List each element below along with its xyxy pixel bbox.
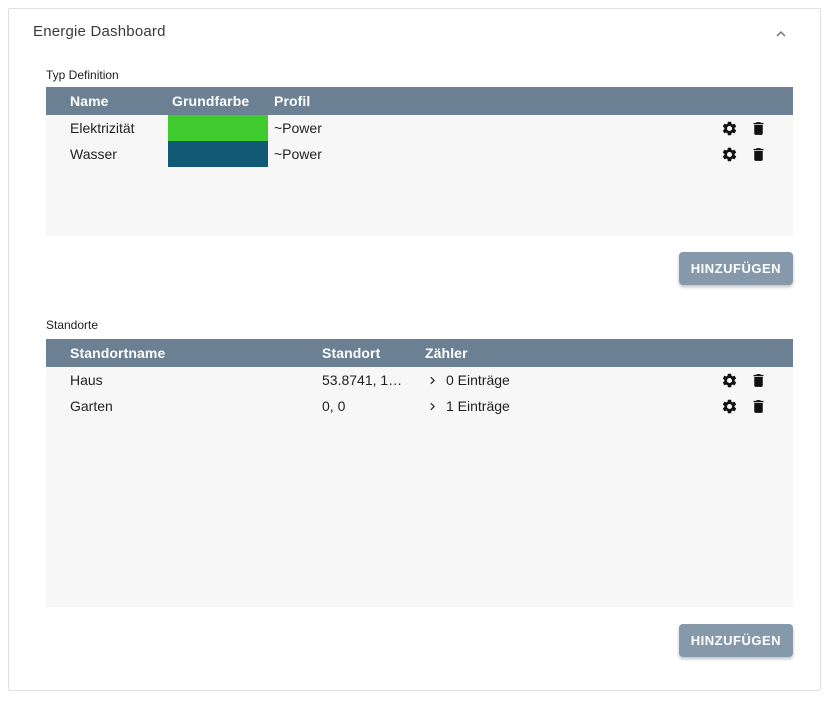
typ-definition-label: Typ Definition <box>46 68 793 82</box>
column-header-standortname: Standortname <box>70 345 322 361</box>
row-actions <box>721 120 767 137</box>
column-header-zaehler: Zähler <box>425 345 713 361</box>
add-standort-button[interactable]: HINZUFÜGEN <box>679 624 793 657</box>
settings-icon[interactable] <box>721 120 738 137</box>
row-actions <box>721 146 767 163</box>
chevron-right-icon[interactable] <box>425 373 440 388</box>
panel-content: Typ Definition Name Grundfarbe Profil El… <box>9 68 820 657</box>
zaehler-count: 0 Einträge <box>446 372 510 388</box>
standorte-table: Standortname Standort Zähler Haus 53.874… <box>46 339 793 607</box>
standorte-label: Standorte <box>46 318 793 332</box>
zaehler-cell: 1 Einträge <box>425 398 713 414</box>
zaehler-cell: 0 Einträge <box>425 372 713 388</box>
page-title: Energie Dashboard <box>33 23 166 40</box>
column-header-profil: Profil <box>268 93 713 109</box>
settings-icon[interactable] <box>721 146 738 163</box>
typ-definition-section: Typ Definition Name Grundfarbe Profil El… <box>46 68 793 285</box>
column-header-grundfarbe: Grundfarbe <box>168 93 268 109</box>
chevron-right-icon[interactable] <box>425 399 440 414</box>
typ-definition-actions: HINZUFÜGEN <box>46 252 793 285</box>
table-row-haus: Haus 53.8741, 1… 0 Einträge <box>46 367 793 393</box>
typ-definition-table: Name Grundfarbe Profil Elektrizität ~Pow… <box>46 87 793 236</box>
settings-icon[interactable] <box>721 372 738 389</box>
delete-icon[interactable] <box>750 146 767 163</box>
add-typ-button[interactable]: HINZUFÜGEN <box>679 252 793 285</box>
standort-coords: 0, 0 <box>322 398 425 414</box>
delete-icon[interactable] <box>750 372 767 389</box>
typ-color-cell <box>168 115 268 141</box>
typ-color-cell <box>168 141 268 167</box>
typ-profil: ~Power <box>268 120 713 136</box>
standort-name: Garten <box>70 398 322 414</box>
table-row-elektrizitaet: Elektrizität ~Power <box>46 115 793 141</box>
delete-icon[interactable] <box>750 120 767 137</box>
row-actions <box>721 372 767 389</box>
column-header-standort: Standort <box>322 345 425 361</box>
standorte-section: Standorte Standortname Standort Zähler H… <box>46 318 793 657</box>
table-row-garten: Garten 0, 0 1 Einträge <box>46 393 793 419</box>
standort-coords: 53.8741, 1… <box>322 372 425 388</box>
row-actions <box>721 398 767 415</box>
panel-header: Energie Dashboard <box>9 9 820 45</box>
collapse-chevron-up-icon[interactable] <box>770 23 792 45</box>
energie-dashboard-panel: Energie Dashboard Typ Definition Name Gr… <box>8 8 821 691</box>
standorte-header-row: Standortname Standort Zähler <box>46 339 793 367</box>
standort-name: Haus <box>70 372 322 388</box>
typ-profil: ~Power <box>268 146 713 162</box>
typ-name: Wasser <box>70 146 168 162</box>
column-header-name: Name <box>70 93 168 109</box>
settings-icon[interactable] <box>721 398 738 415</box>
typ-name: Elektrizität <box>70 120 168 136</box>
color-swatch <box>168 141 268 167</box>
delete-icon[interactable] <box>750 398 767 415</box>
color-swatch <box>168 115 268 141</box>
table-row-wasser: Wasser ~Power <box>46 141 793 167</box>
typ-definition-header-row: Name Grundfarbe Profil <box>46 87 793 115</box>
standorte-actions: HINZUFÜGEN <box>46 624 793 657</box>
zaehler-count: 1 Einträge <box>446 398 510 414</box>
